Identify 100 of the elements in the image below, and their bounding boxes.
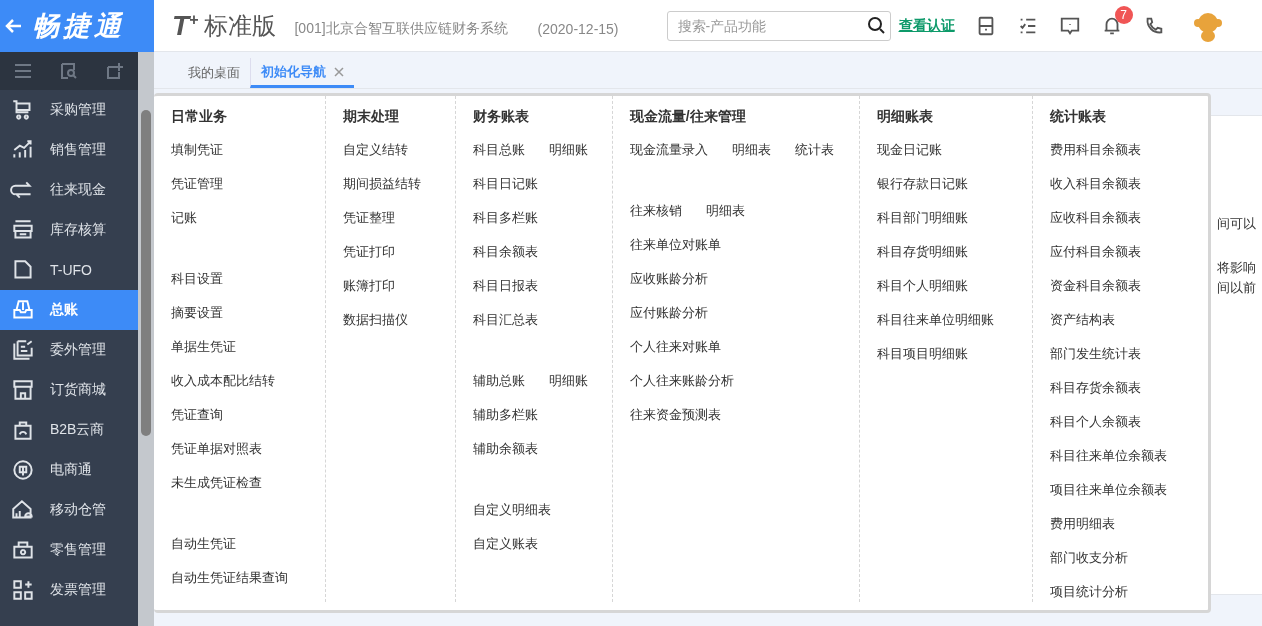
close-icon[interactable]: [334, 66, 344, 77]
menu-item[interactable]: 账簿打印: [343, 277, 396, 295]
sidebar-item[interactable]: 订货商城: [0, 370, 138, 410]
menu-item[interactable]: 单据生凭证: [171, 338, 236, 356]
sidebar-item[interactable]: 库存核算: [0, 210, 138, 250]
menu-item[interactable]: 项目往来单位余额表: [1049, 481, 1167, 499]
menu-item[interactable]: 摘要设置: [171, 304, 223, 322]
menu-item[interactable]: 凭证整理: [343, 209, 396, 227]
menu-item[interactable]: 科目往来单位明细账: [876, 311, 994, 329]
sidebar-item[interactable]: 委外管理: [0, 330, 138, 370]
menu-item[interactable]: 资产结构表: [1049, 311, 1115, 329]
brand-logo: T$^{+}$: [172, 9, 199, 42]
sidebar-item[interactable]: 销售管理: [0, 130, 138, 170]
menu-item[interactable]: 现金日记账: [876, 141, 942, 159]
menu-item[interactable]: 个人往来账龄分析: [629, 372, 734, 390]
sidebar-item[interactable]: 采购管理: [0, 90, 138, 130]
back-arrow-icon[interactable]: [4, 17, 22, 35]
date-label: (2020-12-15): [537, 20, 619, 37]
menu-item[interactable]: 部门发生统计表: [1049, 345, 1141, 363]
menu-item[interactable]: 明细表: [731, 141, 771, 159]
menu-item[interactable]: 凭证查询: [171, 406, 223, 424]
menu-item[interactable]: 自定义明细表: [472, 501, 551, 519]
menu-item[interactable]: 期间损益结转: [343, 175, 422, 193]
menu-item[interactable]: 费用科目余额表: [1049, 141, 1141, 159]
menu-item[interactable]: 自动生凭证结果查询: [171, 569, 288, 587]
description-text: 间以前: [1217, 279, 1257, 297]
column-title: 统计账表: [1049, 108, 1107, 126]
menu-item[interactable]: 填制凭证: [171, 141, 223, 159]
menu-item[interactable]: 科目总账: [472, 141, 525, 159]
menu-item[interactable]: 科目日报表: [472, 277, 538, 295]
sidebar-item[interactable]: T-UFO: [0, 250, 138, 290]
sidebar-item[interactable]: 往来现金: [0, 170, 138, 210]
menu-item[interactable]: 科目个人明细账: [876, 277, 968, 295]
menu-item[interactable]: 项目统计分析: [1049, 583, 1128, 601]
add-icon[interactable]: [105, 61, 125, 81]
edit-icon: [10, 337, 36, 363]
menu-item[interactable]: 自定义结转: [343, 141, 409, 159]
column-title: 明细账表: [876, 108, 934, 126]
grid-icon: [10, 577, 36, 603]
menu-item[interactable]: 科目多栏账: [472, 209, 538, 227]
menu-item[interactable]: 个人往来对账单: [629, 338, 721, 356]
tab[interactable]: 我的桌面: [178, 58, 250, 88]
menu-item[interactable]: 科目往来单位余额表: [1049, 447, 1167, 465]
menu-item[interactable]: 统计表: [794, 141, 834, 159]
menu-item[interactable]: 收入科目余额表: [1049, 175, 1141, 193]
menu-item[interactable]: 科目个人余额表: [1049, 413, 1141, 431]
menu-item[interactable]: 明细账: [548, 372, 588, 390]
scrollbar[interactable]: [138, 52, 154, 626]
menu-item[interactable]: 银行存款日记账: [876, 175, 968, 193]
menu-item[interactable]: 辅助余额表: [472, 440, 538, 458]
menu-item[interactable]: 资金科目余额表: [1049, 277, 1141, 295]
search-field[interactable]: 搜索-产品功能: [666, 10, 891, 41]
column-title: 日常业务: [171, 108, 228, 126]
product-name: 标准版: [204, 10, 277, 41]
menu-item[interactable]: 费用明细表: [1049, 515, 1115, 533]
menu-icon[interactable]: [13, 61, 33, 81]
sidebar-item[interactable]: B2B云商: [0, 410, 138, 450]
company-name: [001]北京合智互联供应链财务系统: [294, 19, 508, 38]
sidebar-item[interactable]: 电商通: [0, 450, 138, 490]
menu-item[interactable]: 辅助总账: [472, 372, 525, 390]
menu-item[interactable]: 明细账: [548, 141, 588, 159]
column-title: 现金流量/往来管理: [629, 108, 747, 126]
notification-badge: 7: [1114, 5, 1133, 24]
menu-item[interactable]: 科目存货余额表: [1049, 379, 1141, 397]
circle-icon: [10, 457, 36, 483]
description-text: 将影响: [1217, 259, 1257, 277]
certification-link[interactable]: 查看认证: [898, 16, 955, 35]
sidebar-item[interactable]: 零售管理: [0, 530, 138, 570]
menu-item[interactable]: 应收科目余额表: [1049, 209, 1141, 227]
menu-item[interactable]: 自定义账表: [472, 535, 538, 553]
sidebar-item[interactable]: 移动仓管: [0, 490, 138, 530]
menu-item[interactable]: 科目存货明细账: [876, 243, 968, 261]
menu-item[interactable]: 应付科目余额表: [1049, 243, 1141, 261]
menu-item[interactable]: 往来核销: [629, 202, 682, 220]
menu-item[interactable]: 辅助多栏账: [472, 406, 538, 424]
sidebar-item[interactable]: 发票管理: [0, 570, 138, 610]
menu-item[interactable]: 部门收支分析: [1049, 549, 1128, 567]
menu-item[interactable]: 应收账龄分析: [629, 270, 708, 288]
menu-item[interactable]: 科目设置: [171, 270, 223, 288]
menu-item[interactable]: 现金流量录入: [629, 141, 708, 159]
menu-item[interactable]: 科目项目明细账: [876, 345, 968, 363]
column-title: 财务账表: [472, 108, 530, 126]
menu-item[interactable]: 未生成凭证检查: [171, 474, 262, 492]
menu-item[interactable]: 凭证打印: [343, 243, 396, 261]
menu-item[interactable]: 往来单位对账单: [629, 236, 721, 254]
menu-item[interactable]: 应付账龄分析: [629, 304, 708, 322]
menu-item[interactable]: 收入成本配比结转: [171, 372, 275, 390]
menu-item[interactable]: 凭证单据对照表: [171, 440, 262, 458]
menu-item[interactable]: 记账: [171, 209, 197, 227]
description-text: 间可以: [1217, 215, 1257, 233]
search-icon[interactable]: [866, 15, 887, 36]
menu-item[interactable]: 明细表: [705, 202, 745, 220]
menu-item[interactable]: 凭证管理: [171, 175, 223, 193]
menu-item[interactable]: 科目汇总表: [472, 311, 538, 329]
menu-item[interactable]: 科目部门明细账: [876, 209, 968, 227]
menu-item[interactable]: 自动生凭证: [171, 535, 236, 553]
menu-item[interactable]: 科目日记账: [472, 175, 538, 193]
menu-item[interactable]: 科目余额表: [472, 243, 538, 261]
menu-item[interactable]: 往来资金预测表: [629, 406, 721, 424]
menu-item[interactable]: 数据扫描仪: [343, 311, 409, 329]
